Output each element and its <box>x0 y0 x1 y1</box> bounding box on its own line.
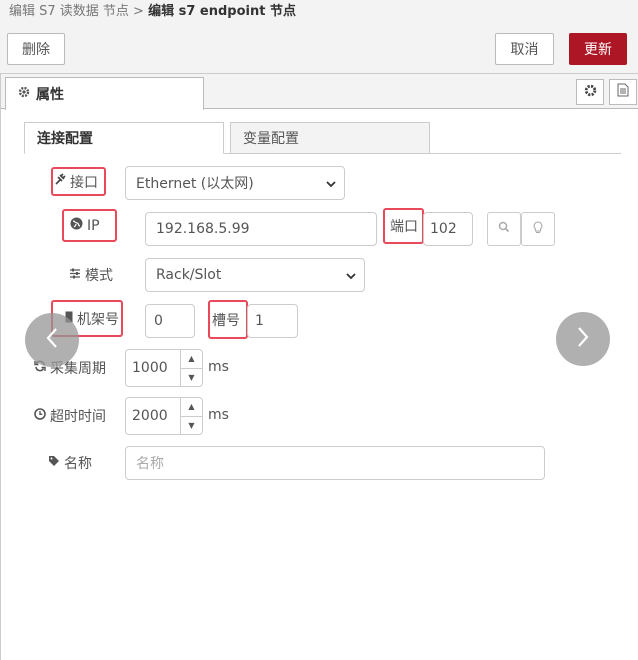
chevron-left-icon <box>45 327 59 353</box>
previous-button[interactable] <box>25 313 79 367</box>
name-label: 名称 <box>48 452 92 474</box>
slot-label: 槽号 <box>208 300 248 339</box>
tab-connection-config-label: 连接配置 <box>37 131 93 147</box>
delete-button[interactable]: 删除 <box>7 33 65 65</box>
port-label: 端口 <box>383 208 424 244</box>
rack-input[interactable]: 0 <box>145 304 195 338</box>
slot-input[interactable]: 1 <box>247 304 298 338</box>
interface-label-text: 接口 <box>70 174 98 191</box>
globe-icon <box>70 217 83 234</box>
cancel-button[interactable]: 取消 <box>495 33 554 65</box>
tab-properties[interactable]: 属性 <box>5 77 204 110</box>
plug-icon <box>54 173 66 190</box>
slot-label-text: 槽号 <box>212 312 240 329</box>
chevron-down-icon <box>326 175 336 191</box>
tab-variable-config-label: 变量配置 <box>243 131 299 147</box>
stepper-down-arrow[interactable]: ▼ <box>181 369 202 387</box>
name-label-text: 名称 <box>64 456 92 472</box>
interface-select[interactable]: Ethernet (以太网) <box>125 166 345 200</box>
name-input-placeholder: 名称 <box>136 456 164 472</box>
tab-properties-label: 属性 <box>36 87 64 103</box>
mode-label-text: 模式 <box>85 268 113 284</box>
stepper-down-arrow[interactable]: ▼ <box>181 417 202 435</box>
breadcrumb-parent[interactable]: 编辑 S7 读数据 节点 > <box>9 4 144 19</box>
description-tab-button[interactable] <box>609 79 637 105</box>
tab-variable-config[interactable]: 变量配置 <box>230 122 430 154</box>
lightbulb-icon <box>533 220 543 238</box>
timeout-unit: ms <box>208 407 229 423</box>
port-input[interactable]: 102 <box>423 212 473 246</box>
timeout-label: 超时时间 <box>34 405 106 427</box>
tab-connection-config[interactable]: 连接配置 <box>24 122 224 154</box>
cycle-stepper[interactable]: 1000 ▲ ▼ <box>125 349 203 387</box>
search-button[interactable] <box>487 212 521 246</box>
test-connection-button[interactable] <box>521 212 555 246</box>
mode-select[interactable]: Rack/Slot <box>145 258 365 292</box>
cancel-button-label: 取消 <box>510 42 539 58</box>
cycle-unit: ms <box>208 359 229 375</box>
sliders-icon <box>69 267 81 283</box>
stepper-up-arrow[interactable]: ▲ <box>181 350 202 369</box>
name-input[interactable]: 名称 <box>125 446 545 480</box>
chevron-down-icon <box>346 267 356 283</box>
timeout-label-text: 超时时间 <box>50 409 106 425</box>
ip-input[interactable]: 192.168.5.99 <box>145 212 377 246</box>
ip-label: IP <box>62 209 117 242</box>
breadcrumb-current: 编辑 s7 endpoint 节点 <box>148 4 296 19</box>
timeout-stepper[interactable]: 2000 ▲ ▼ <box>125 397 203 435</box>
port-label-text: 端口 <box>390 219 418 235</box>
document-icon <box>617 83 629 101</box>
ip-input-value: 192.168.5.99 <box>156 221 250 237</box>
panel-left-border <box>0 74 1 660</box>
rack-label-text: 机架号 <box>77 311 119 328</box>
tag-icon <box>48 455 60 471</box>
next-button[interactable] <box>556 312 610 366</box>
delete-button-label: 删除 <box>22 42 50 58</box>
port-input-value: 102 <box>430 221 457 237</box>
gear-icon <box>584 84 597 101</box>
clock-icon <box>34 408 46 424</box>
update-button-label: 更新 <box>584 42 612 58</box>
breadcrumb: 编辑 S7 读数据 节点 > 编辑 s7 endpoint 节点 <box>9 0 296 19</box>
stepper-up-arrow[interactable]: ▲ <box>181 398 202 417</box>
interface-select-value: Ethernet (以太网) <box>136 176 254 192</box>
timeout-stepper-value: 2000 <box>132 408 168 424</box>
gear-icon <box>18 86 30 102</box>
rack-input-value: 0 <box>154 313 163 329</box>
cycle-stepper-value: 1000 <box>132 360 168 376</box>
slot-input-value: 1 <box>255 313 264 329</box>
ip-label-text: IP <box>87 217 100 234</box>
search-icon <box>498 221 510 237</box>
mode-select-value: Rack/Slot <box>156 267 222 283</box>
interface-label: 接口 <box>51 167 106 196</box>
settings-tab-button[interactable] <box>576 79 604 105</box>
mode-label: 模式 <box>69 264 113 286</box>
update-button[interactable]: 更新 <box>569 33 627 65</box>
chevron-right-icon <box>576 326 590 352</box>
